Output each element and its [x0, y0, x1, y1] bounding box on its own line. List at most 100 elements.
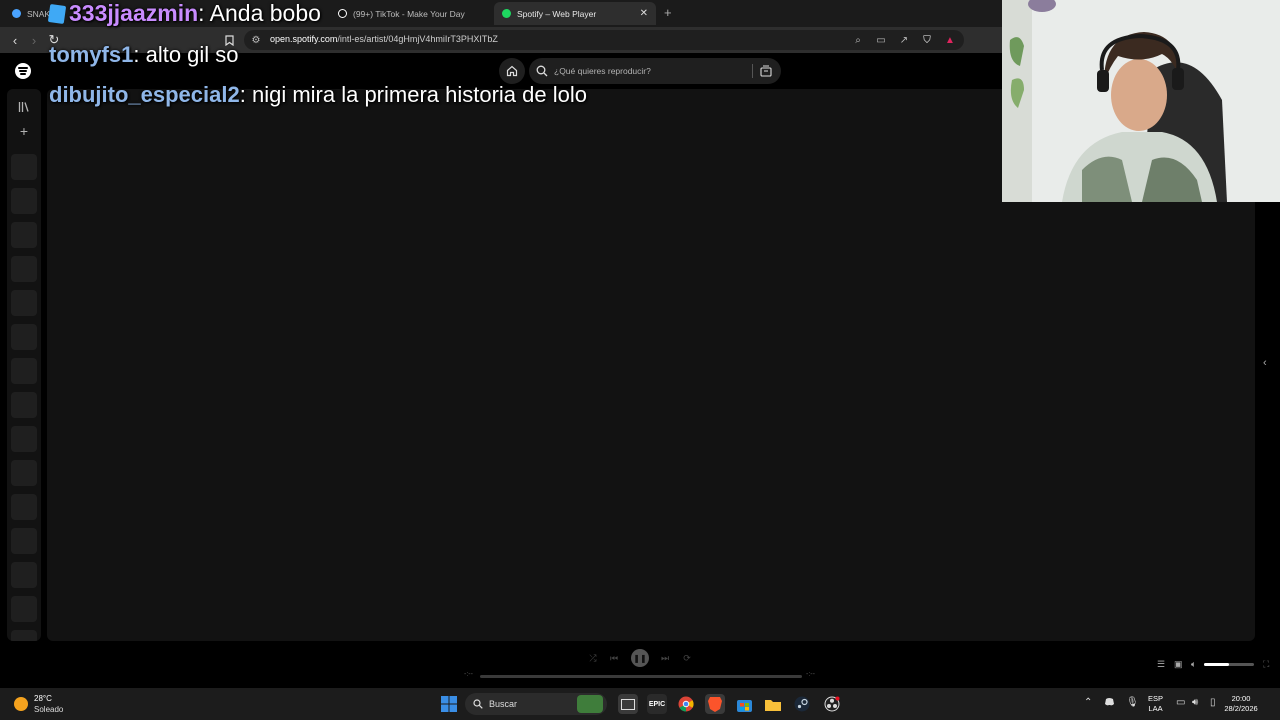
url-path: /intl-es/artist/04gHmjV4hmiIrT3PHXITbZ	[337, 34, 498, 44]
back-icon[interactable]: ‹	[6, 31, 24, 49]
new-tab-icon[interactable]: +	[664, 5, 672, 20]
forward-icon[interactable]: ›	[25, 31, 43, 49]
browse-icon[interactable]	[760, 65, 772, 77]
chat-username: dibujito_especial2	[49, 82, 240, 107]
shuffle-icon[interactable]: ⤮	[586, 651, 600, 665]
site-settings-icon[interactable]: ⚙	[249, 33, 263, 47]
taskbar: 28°C Soleado Buscar EPIC ⌃ 🎙︎ ESP LAA ▭ …	[0, 688, 1280, 720]
library-item[interactable]	[11, 222, 37, 248]
file-explorer-icon[interactable]	[763, 694, 783, 714]
tab-spotify[interactable]: Spotify – Web Player ✕	[494, 2, 656, 25]
next-icon[interactable]: ⏭	[658, 651, 672, 665]
library-item[interactable]	[11, 324, 37, 350]
zoom-icon[interactable]: ⌕	[851, 33, 865, 47]
spotify-favicon-icon	[502, 9, 511, 18]
library-item[interactable]	[11, 562, 37, 588]
brave-icon[interactable]	[705, 694, 725, 714]
obs-icon[interactable]	[822, 694, 842, 714]
library-item[interactable]	[11, 460, 37, 486]
task-view-icon[interactable]	[618, 694, 638, 714]
microphone-icon[interactable]: 🎙︎	[1126, 697, 1139, 708]
windows-start-icon[interactable]	[439, 694, 459, 714]
time-total: -:--	[806, 671, 815, 678]
tab-label: (99+) TikTok - Make Your Day	[353, 8, 465, 19]
time-elapsed: -:--	[464, 671, 473, 678]
webcam-image	[1002, 0, 1280, 202]
library-item[interactable]	[11, 256, 37, 282]
weather-sun-icon[interactable]	[14, 697, 28, 711]
player-bar: ⤮ ⏮ ❚❚ ⏭ ⟳ -:-- -:-- ☰ ▣ 🔈︎ ⛶	[0, 641, 1280, 688]
library-sidebar: +	[7, 89, 41, 641]
library-item[interactable]	[11, 392, 37, 418]
show-hidden-icons-icon[interactable]: ⌃	[1084, 697, 1092, 708]
steam-icon[interactable]	[792, 694, 812, 714]
clock[interactable]: 20:00 28/2/2026	[1212, 694, 1270, 714]
network-icon[interactable]: ▭	[1176, 697, 1185, 708]
spotify-logo-icon[interactable]	[15, 63, 31, 79]
chat-text: : nigi mira la primera historia de lolo	[239, 82, 587, 107]
url-host: open.spotify.com	[270, 34, 338, 44]
brave-rewards-icon[interactable]: ▲	[943, 33, 957, 47]
search-highlight-icon	[577, 695, 603, 713]
chat-message: tomyfs1: alto gil so	[49, 42, 239, 68]
home-button[interactable]	[499, 58, 525, 84]
chat-username: 333jjaazmin	[69, 0, 199, 26]
webcam-feed	[1002, 0, 1280, 202]
chat-badge-icon	[47, 3, 67, 25]
microsoft-store-icon[interactable]	[734, 694, 754, 714]
library-item[interactable]	[11, 154, 37, 180]
library-icon[interactable]	[16, 99, 32, 115]
keyboard-layout: LAA	[1148, 704, 1163, 713]
play-pause-button[interactable]: ❚❚	[631, 649, 649, 667]
connect-device-icon[interactable]: ▣	[1174, 659, 1183, 670]
weather-temperature[interactable]: 28°C	[34, 694, 52, 703]
volume-slider[interactable]	[1204, 663, 1254, 666]
fullscreen-icon[interactable]: ⛶	[1263, 659, 1269, 670]
taskbar-search-label: Buscar	[489, 699, 518, 709]
library-item[interactable]	[11, 426, 37, 452]
url-text: open.spotify.com/intl-es/artist/04gHmjV4…	[270, 34, 498, 44]
queue-icon[interactable]: ☰	[1157, 659, 1165, 670]
home-icon	[506, 65, 518, 77]
library-item[interactable]	[11, 188, 37, 214]
snake-favicon-icon	[12, 9, 21, 18]
chat-text: : alto gil so	[133, 42, 239, 67]
divider	[752, 64, 753, 78]
create-playlist-icon[interactable]: +	[16, 123, 32, 139]
search-placeholder: ¿Qué quieres reproducir?	[554, 66, 651, 76]
chat-message: dibujito_especial2: nigi mira la primera…	[49, 82, 587, 108]
search-icon	[473, 699, 483, 709]
volume-slider-fill	[1204, 663, 1229, 666]
close-tab-icon[interactable]: ✕	[640, 8, 648, 19]
library-item[interactable]	[11, 596, 37, 622]
library-item[interactable]	[11, 630, 37, 641]
brave-shield-icon[interactable]: ⛉	[920, 33, 934, 47]
epic-games-icon[interactable]: EPIC	[647, 694, 667, 714]
share-icon[interactable]: ↗	[897, 33, 911, 47]
previous-icon[interactable]: ⏮	[607, 651, 621, 665]
search-icon	[536, 65, 548, 77]
tab-label: Spotify – Web Player	[517, 8, 597, 19]
chrome-icon[interactable]	[676, 694, 696, 714]
weather-description[interactable]: Soleado	[34, 705, 63, 714]
taskbar-search[interactable]: Buscar	[465, 693, 607, 715]
clock-date: 28/2/2026	[1224, 704, 1258, 713]
expand-panel-icon[interactable]: ‹	[1263, 357, 1267, 369]
cast-icon[interactable]: ▭	[874, 33, 888, 47]
language-code: ESP	[1148, 694, 1164, 703]
repeat-icon[interactable]: ⟳	[680, 651, 694, 665]
library-item[interactable]	[11, 494, 37, 520]
volume-icon[interactable]: 🔈︎	[1191, 659, 1196, 670]
chat-username: tomyfs1	[49, 42, 134, 67]
library-item[interactable]	[11, 528, 37, 554]
search-input[interactable]: ¿Qué quieres reproducir?	[529, 58, 781, 84]
progress-bar[interactable]	[480, 675, 802, 678]
tiktok-favicon-icon	[338, 9, 347, 18]
library-item[interactable]	[11, 358, 37, 384]
volume-icon[interactable]: 🔊︎	[1192, 697, 1198, 708]
address-bar[interactable]: ⚙ open.spotify.com/intl-es/artist/04gHmj…	[244, 30, 964, 50]
tab-tiktok[interactable]: (99+) TikTok - Make Your Day	[330, 2, 490, 25]
library-item[interactable]	[11, 290, 37, 316]
discord-tray-icon[interactable]	[1104, 697, 1115, 709]
language-indicator[interactable]: ESP LAA	[1148, 694, 1163, 714]
